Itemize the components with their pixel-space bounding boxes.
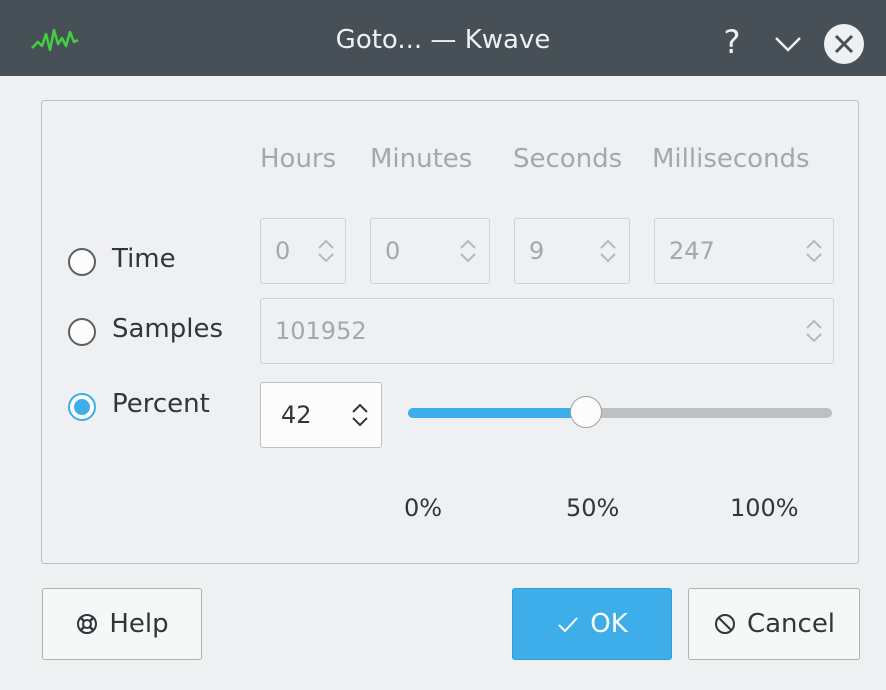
window-title: Goto... — Kwave [335, 25, 551, 55]
hours-column-header: Hours [260, 144, 337, 174]
title-bar[interactable]: Goto... — Kwave ? [0, 0, 886, 76]
minutes-value: 0 [385, 237, 401, 265]
time-radio-label[interactable]: Time [112, 244, 176, 274]
seconds-column-header: Seconds [513, 144, 623, 174]
spin-arrows-icon[interactable] [597, 236, 619, 266]
time-radio[interactable] [68, 248, 96, 276]
seconds-value: 9 [529, 237, 545, 265]
samples-value: 101952 [275, 317, 367, 345]
spin-arrows-icon[interactable] [803, 236, 825, 266]
cancel-button[interactable]: Cancel [688, 588, 860, 660]
ok-button[interactable]: OK [512, 588, 672, 660]
help-button[interactable]: Help [42, 588, 202, 660]
milliseconds-spinbox[interactable]: 247 [654, 218, 834, 284]
percent-slider-handle[interactable] [570, 396, 602, 428]
spin-arrows-icon[interactable] [803, 316, 825, 346]
minutes-spinbox[interactable]: 0 [370, 218, 490, 284]
hours-value: 0 [275, 237, 291, 265]
slider-tick-label-100: 100% [730, 494, 799, 522]
ok-button-label: OK [590, 609, 628, 639]
minutes-column-header: Minutes [370, 144, 473, 174]
percent-radio-label[interactable]: Percent [112, 389, 210, 419]
samples-spinbox[interactable]: 101952 [260, 298, 834, 364]
cancel-circle-slash-icon [714, 614, 735, 634]
seconds-spinbox[interactable]: 9 [514, 218, 630, 284]
spin-arrows-icon[interactable] [315, 236, 337, 266]
percent-slider-fill [408, 408, 586, 418]
close-icon[interactable] [822, 22, 866, 66]
slider-tick-label-50: 50% [566, 494, 620, 522]
minimize-chevron-down-icon[interactable] [770, 28, 806, 58]
percent-value: 42 [281, 401, 312, 429]
milliseconds-value: 247 [669, 237, 715, 265]
lifebuoy-help-icon [77, 614, 98, 634]
slider-tick-label-0: 0% [404, 494, 443, 522]
percent-spinbox[interactable]: 42 [260, 382, 382, 448]
milliseconds-column-header: Milliseconds [652, 144, 810, 174]
spin-arrows-icon[interactable] [457, 236, 479, 266]
percent-slider[interactable] [408, 396, 832, 428]
cancel-button-label: Cancel [746, 609, 836, 639]
hours-spinbox[interactable]: 0 [260, 218, 346, 284]
percent-radio[interactable] [68, 393, 96, 421]
samples-radio[interactable] [68, 318, 96, 346]
help-button-label: Help [109, 609, 169, 639]
checkmark-icon [558, 617, 578, 633]
context-help-button[interactable]: ? [712, 22, 752, 62]
samples-radio-label[interactable]: Samples [112, 314, 223, 344]
spin-arrows-icon[interactable] [349, 400, 371, 430]
